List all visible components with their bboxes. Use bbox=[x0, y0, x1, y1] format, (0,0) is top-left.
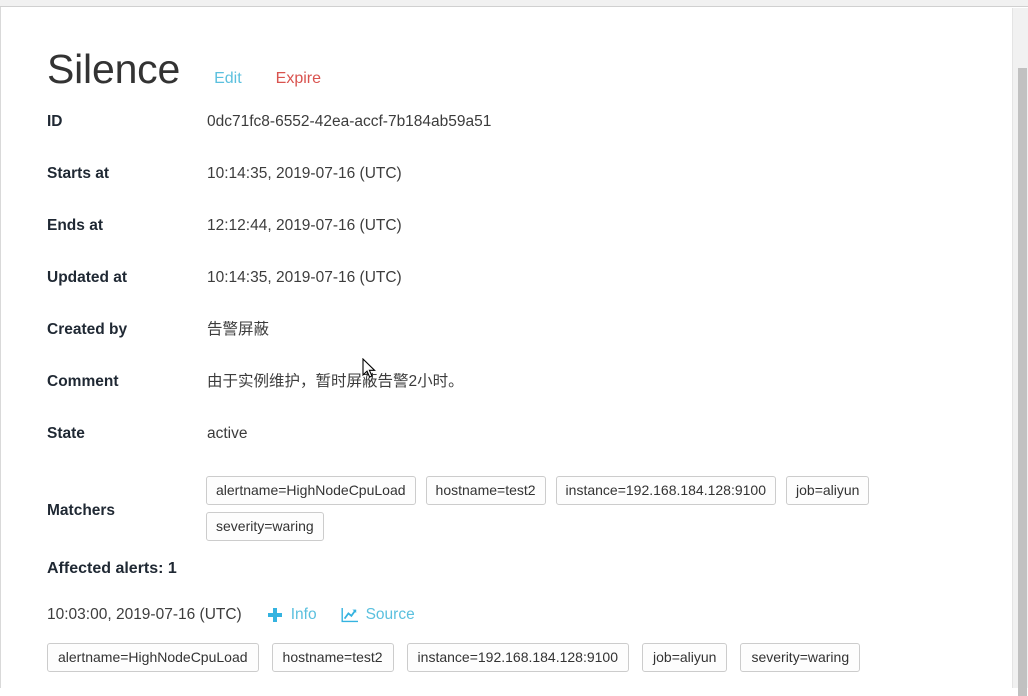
detail-row-starts-at: Starts at 10:14:35, 2019-07-16 (UTC) bbox=[47, 162, 1011, 214]
expire-link[interactable]: Expire bbox=[276, 69, 321, 89]
chart-line-icon bbox=[341, 606, 359, 624]
value-ends-at: 12:12:44, 2019-07-16 (UTC) bbox=[207, 217, 402, 234]
content-container: Silence Edit Expire ID 0dc71fc8-6552-42e… bbox=[1, 8, 1011, 679]
alert-label-chip-group: alertname=HighNodeCpuLoad hostname=test2… bbox=[47, 643, 1011, 679]
source-link[interactable]: Source bbox=[341, 604, 415, 626]
alert-label-chip: job=aliyun bbox=[642, 643, 728, 672]
edit-link[interactable]: Edit bbox=[214, 69, 242, 89]
matcher-chip: alertname=HighNodeCpuLoad bbox=[206, 476, 416, 505]
matcher-chip-group: alertname=HighNodeCpuLoad hostname=test2… bbox=[206, 476, 926, 548]
value-comment: 由于实例维护，暂时屏蔽告警2小时。 bbox=[207, 373, 464, 390]
page-title: Silence bbox=[47, 46, 181, 92]
label-id: ID bbox=[47, 113, 63, 130]
alert-label-chip: instance=192.168.184.128:9100 bbox=[406, 643, 630, 672]
detail-row-id: ID 0dc71fc8-6552-42ea-accf-7b184ab59a51 bbox=[47, 110, 1011, 162]
matcher-chip: job=aliyun bbox=[786, 476, 870, 505]
matcher-chip: instance=192.168.184.128:9100 bbox=[555, 476, 777, 505]
silence-detail-page: Silence Edit Expire ID 0dc71fc8-6552-42e… bbox=[1, 8, 1011, 688]
vertical-scrollbar[interactable] bbox=[1012, 8, 1028, 696]
browser-top-chrome bbox=[0, 0, 1028, 7]
detail-row-created-by: Created by 告警屏蔽 bbox=[47, 318, 1011, 370]
status-badge: active bbox=[207, 425, 248, 442]
label-created-by: Created by bbox=[47, 321, 128, 338]
label-updated-at: Updated at bbox=[47, 269, 128, 286]
label-starts-at: Starts at bbox=[47, 165, 110, 182]
alert-label-chip: hostname=test2 bbox=[271, 643, 394, 672]
matcher-chip: hostname=test2 bbox=[425, 476, 546, 505]
silence-details-list: ID 0dc71fc8-6552-42ea-accf-7b184ab59a51 … bbox=[47, 98, 1011, 548]
page-header: Silence Edit Expire bbox=[47, 8, 1011, 98]
label-comment: Comment bbox=[47, 373, 119, 390]
scrollbar-thumb[interactable] bbox=[1018, 68, 1027, 696]
matcher-chip: severity=waring bbox=[206, 512, 324, 541]
info-button[interactable]: Info bbox=[266, 604, 317, 626]
affected-alert-row: 10:03:00, 2019-07-16 (UTC) Info Source bbox=[47, 604, 1011, 626]
label-state: State bbox=[47, 425, 85, 442]
detail-row-updated-at: Updated at 10:14:35, 2019-07-16 (UTC) bbox=[47, 266, 1011, 318]
value-created-by: 告警屏蔽 bbox=[207, 321, 270, 338]
label-ends-at: Ends at bbox=[47, 217, 103, 234]
value-updated-at: 10:14:35, 2019-07-16 (UTC) bbox=[207, 269, 402, 286]
alert-timestamp: 10:03:00, 2019-07-16 (UTC) bbox=[47, 606, 242, 623]
detail-row-comment: Comment 由于实例维护，暂时屏蔽告警2小时。 bbox=[47, 370, 1011, 422]
alert-label-chip: alertname=HighNodeCpuLoad bbox=[47, 643, 259, 672]
plus-icon bbox=[266, 606, 284, 624]
affected-alerts-heading: Affected alerts: 1 bbox=[47, 560, 177, 577]
detail-row-ends-at: Ends at 12:12:44, 2019-07-16 (UTC) bbox=[47, 214, 1011, 266]
title-action-links: Edit Expire bbox=[214, 69, 355, 89]
value-starts-at: 10:14:35, 2019-07-16 (UTC) bbox=[207, 165, 402, 182]
info-label: Info bbox=[290, 606, 317, 623]
detail-row-state: State active bbox=[47, 422, 1011, 474]
alert-label-chip: severity=waring bbox=[740, 643, 861, 672]
value-matchers: alertname=HighNodeCpuLoad hostname=test2… bbox=[206, 474, 1011, 548]
detail-row-matchers: Matchers alertname=HighNodeCpuLoad hostn… bbox=[47, 474, 1011, 548]
value-id: 0dc71fc8-6552-42ea-accf-7b184ab59a51 bbox=[207, 113, 492, 130]
label-matchers: Matchers bbox=[47, 502, 116, 519]
source-label: Source bbox=[365, 606, 415, 623]
